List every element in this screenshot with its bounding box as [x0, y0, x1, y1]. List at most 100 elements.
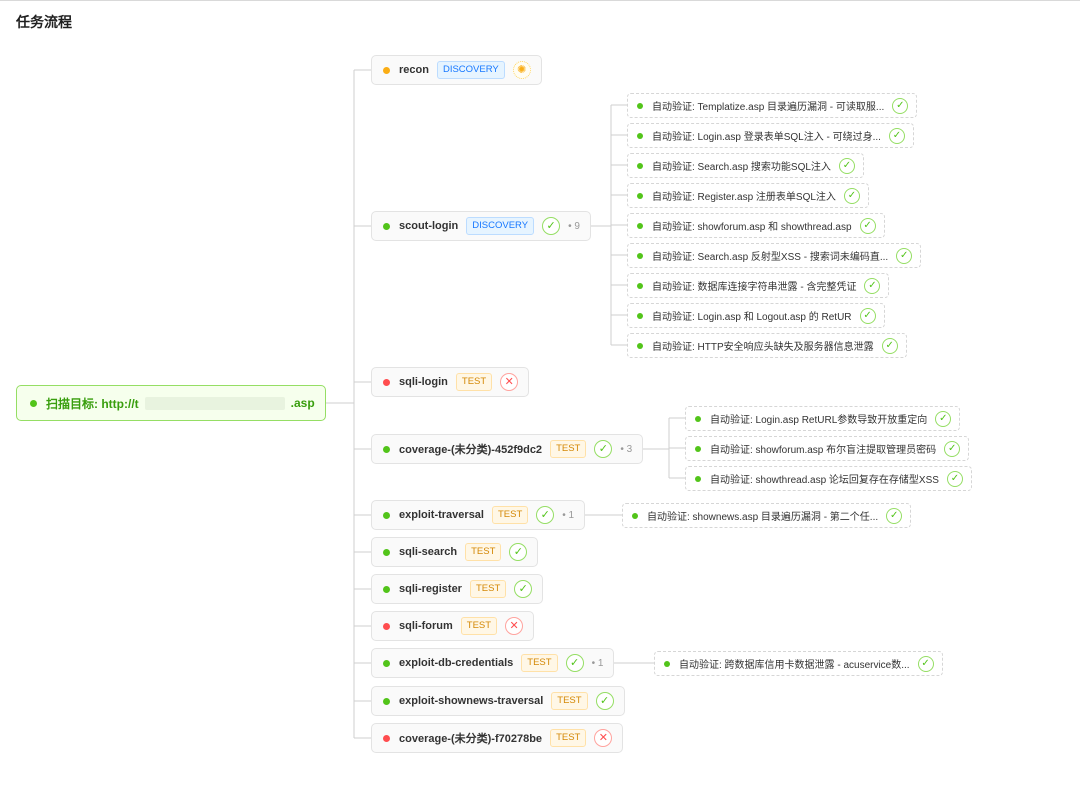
check-icon: ✓	[892, 97, 909, 114]
redacted-url-blur	[144, 396, 285, 410]
subtask-node[interactable]: 自动验证: Register.asp 注册表单SQL注入 ✓	[627, 183, 869, 208]
child-count-value: 1	[597, 657, 604, 669]
success-status-dot	[637, 162, 643, 169]
subtask-node[interactable]: 自动验证: Login.asp 和 Logout.asp 的 RetUR ✓	[627, 303, 885, 328]
task-type-tag: TEST	[465, 543, 502, 561]
task-node-coverage-f70278be[interactable]: coverage-(未分类)-f70278be TEST ✕	[371, 723, 624, 753]
success-status-dot	[695, 415, 701, 422]
task-name: coverage-(未分类)-f70278be	[399, 733, 543, 745]
task-name: coverage-(未分类)-452f9dc2	[399, 444, 543, 456]
subtask-node[interactable]: 自动验证: HTTP安全响应头缺失及服务器信息泄露 ✓	[627, 333, 907, 358]
task-type-tag: TEST	[460, 617, 498, 635]
close-icon: ✕	[594, 729, 613, 747]
subtask-label: 自动验证: HTTP安全响应头缺失及服务器信息泄露	[652, 342, 874, 353]
success-status-dot	[637, 132, 643, 139]
success-status-dot	[383, 445, 390, 453]
child-count-value: 9	[574, 220, 580, 232]
check-icon: ✓	[859, 217, 876, 234]
child-count-value: 1	[568, 509, 575, 521]
task-name: sqli-login	[399, 376, 448, 388]
task-type-tag: TEST	[455, 373, 493, 391]
subtask-label: 自动验证: Login.asp 和 Logout.asp 的 RetUR	[652, 312, 852, 323]
success-status-dot	[383, 222, 390, 230]
subtask-label: 自动验证: Login.asp 登录表单SQL注入 - 可绕过身...	[652, 132, 881, 143]
task-type-tag: TEST	[491, 506, 529, 524]
subtask-node[interactable]: 自动验证: Search.asp 反射型XSS - 搜索词未编码直... ✓	[627, 243, 922, 268]
task-node-recon[interactable]: recon DISCOVERY ✺	[371, 55, 542, 85]
task-type-tag: TEST	[550, 729, 587, 747]
subtask-node[interactable]: 自动验证: showforum.asp 布尔盲注提取管理员密码 ✓	[685, 436, 970, 461]
subtask-node[interactable]: 自动验证: Login.asp RetURL参数导致开放重定向 ✓	[685, 406, 961, 431]
check-icon: ✓	[514, 580, 533, 598]
subtask-node[interactable]: 自动验证: Templatize.asp 目录遍历漏洞 - 可读取服... ✓	[627, 93, 918, 118]
task-node-sqli-login[interactable]: sqli-login TEST ✕	[371, 367, 530, 397]
failed-status-dot	[383, 622, 390, 630]
task-name: exploit-shownews-traversal	[399, 695, 544, 707]
success-status-dot	[30, 399, 37, 407]
success-status-dot	[695, 445, 701, 452]
subtask-label: 自动验证: Templatize.asp 目录遍历漏洞 - 可读取服...	[652, 102, 885, 113]
task-type-tag: DISCOVERY	[436, 61, 505, 79]
check-icon: ✓	[838, 157, 855, 174]
task-node-sqli-forum[interactable]: sqli-forum TEST ✕	[371, 611, 535, 641]
task-node-coverage-452f9dc2[interactable]: coverage-(未分类)-452f9dc2 TEST ✓ • 3	[371, 434, 644, 464]
success-status-dot	[383, 548, 390, 556]
success-status-dot	[632, 512, 638, 519]
child-count[interactable]: • 9	[568, 221, 580, 232]
success-status-dot	[383, 585, 390, 593]
task-node-exploit-traversal[interactable]: exploit-traversal TEST ✓ • 1	[371, 500, 586, 530]
check-icon: ✓	[886, 507, 903, 524]
task-node-sqli-register[interactable]: sqli-register TEST ✓	[371, 574, 544, 604]
success-status-dot	[383, 697, 390, 705]
task-node-exploit-db-credentials[interactable]: exploit-db-credentials TEST ✓ • 1	[371, 648, 615, 678]
subtask-node[interactable]: 自动验证: Search.asp 搜索功能SQL注入 ✓	[627, 153, 864, 178]
subtask-node[interactable]: 自动验证: showforum.asp 和 showthread.asp ✓	[627, 213, 885, 238]
task-name: sqli-search	[399, 546, 458, 558]
check-icon: ✓	[536, 506, 555, 524]
task-name: sqli-forum	[399, 620, 453, 632]
subtask-node[interactable]: 自动验证: showthread.asp 论坛回复存在存储型XSS ✓	[685, 466, 972, 491]
subtask-label: 自动验证: showforum.asp 布尔盲注提取管理员密码	[710, 445, 937, 456]
check-icon: ✓	[859, 307, 876, 324]
check-icon: ✓	[944, 440, 961, 457]
check-icon: ✓	[542, 217, 561, 235]
subtask-label: 自动验证: Login.asp RetURL参数导致开放重定向	[710, 415, 928, 426]
child-count[interactable]: • 3	[620, 444, 632, 455]
subtask-node[interactable]: 自动验证: 跨数据库信用卡数据泄露 - acuservice数... ✓	[654, 651, 943, 676]
subtask-label: 自动验证: 跨数据库信用卡数据泄露 - acuservice数...	[679, 660, 910, 671]
check-icon: ✓	[864, 277, 881, 294]
root-target-prefix: 扫描目标: http://t	[46, 396, 139, 411]
success-status-dot	[637, 282, 643, 289]
root-target-suffix: .asp	[290, 396, 315, 410]
subtask-label: 自动验证: Search.asp 搜索功能SQL注入	[652, 162, 831, 173]
task-name: sqli-register	[399, 583, 462, 595]
subtask-node[interactable]: 自动验证: shownews.asp 目录遍历漏洞 - 第二个任... ✓	[622, 503, 912, 528]
task-node-scout-login[interactable]: scout-login DISCOVERY ✓ • 9	[371, 211, 591, 241]
subtask-label: 自动验证: shownews.asp 目录遍历漏洞 - 第二个任...	[647, 512, 879, 523]
child-count-value: 3	[626, 443, 633, 455]
task-type-tag: TEST	[551, 692, 588, 710]
child-count[interactable]: • 1	[592, 658, 604, 669]
task-node-exploit-shownews-traversal[interactable]: exploit-shownews-traversal TEST ✓	[371, 686, 625, 716]
check-icon: ✓	[888, 127, 905, 144]
check-icon: ✓	[595, 692, 614, 710]
root-node-scan-target[interactable]: 扫描目标: http://t .asp	[16, 385, 326, 421]
success-status-dot	[637, 342, 643, 349]
child-count[interactable]: • 1	[562, 510, 574, 521]
task-name: recon	[399, 64, 429, 76]
subtask-label: 自动验证: Register.asp 注册表单SQL注入	[652, 192, 836, 203]
task-name: scout-login	[399, 220, 459, 232]
success-status-dot	[637, 312, 643, 319]
subtask-node[interactable]: 自动验证: Login.asp 登录表单SQL注入 - 可绕过身... ✓	[627, 123, 914, 148]
task-name: exploit-traversal	[399, 509, 484, 521]
failed-status-dot	[383, 734, 390, 742]
check-icon: ✓	[843, 187, 860, 204]
close-icon: ✕	[505, 617, 524, 635]
success-status-dot	[637, 102, 643, 109]
subtask-node[interactable]: 自动验证: 数据库连接字符串泄露 - 含完整凭证 ✓	[627, 273, 890, 298]
success-status-dot	[383, 659, 390, 667]
loading-icon: ✺	[512, 61, 531, 79]
task-node-sqli-search[interactable]: sqli-search TEST ✓	[371, 537, 539, 567]
check-icon: ✓	[935, 410, 952, 427]
task-name: exploit-db-credentials	[399, 657, 514, 669]
